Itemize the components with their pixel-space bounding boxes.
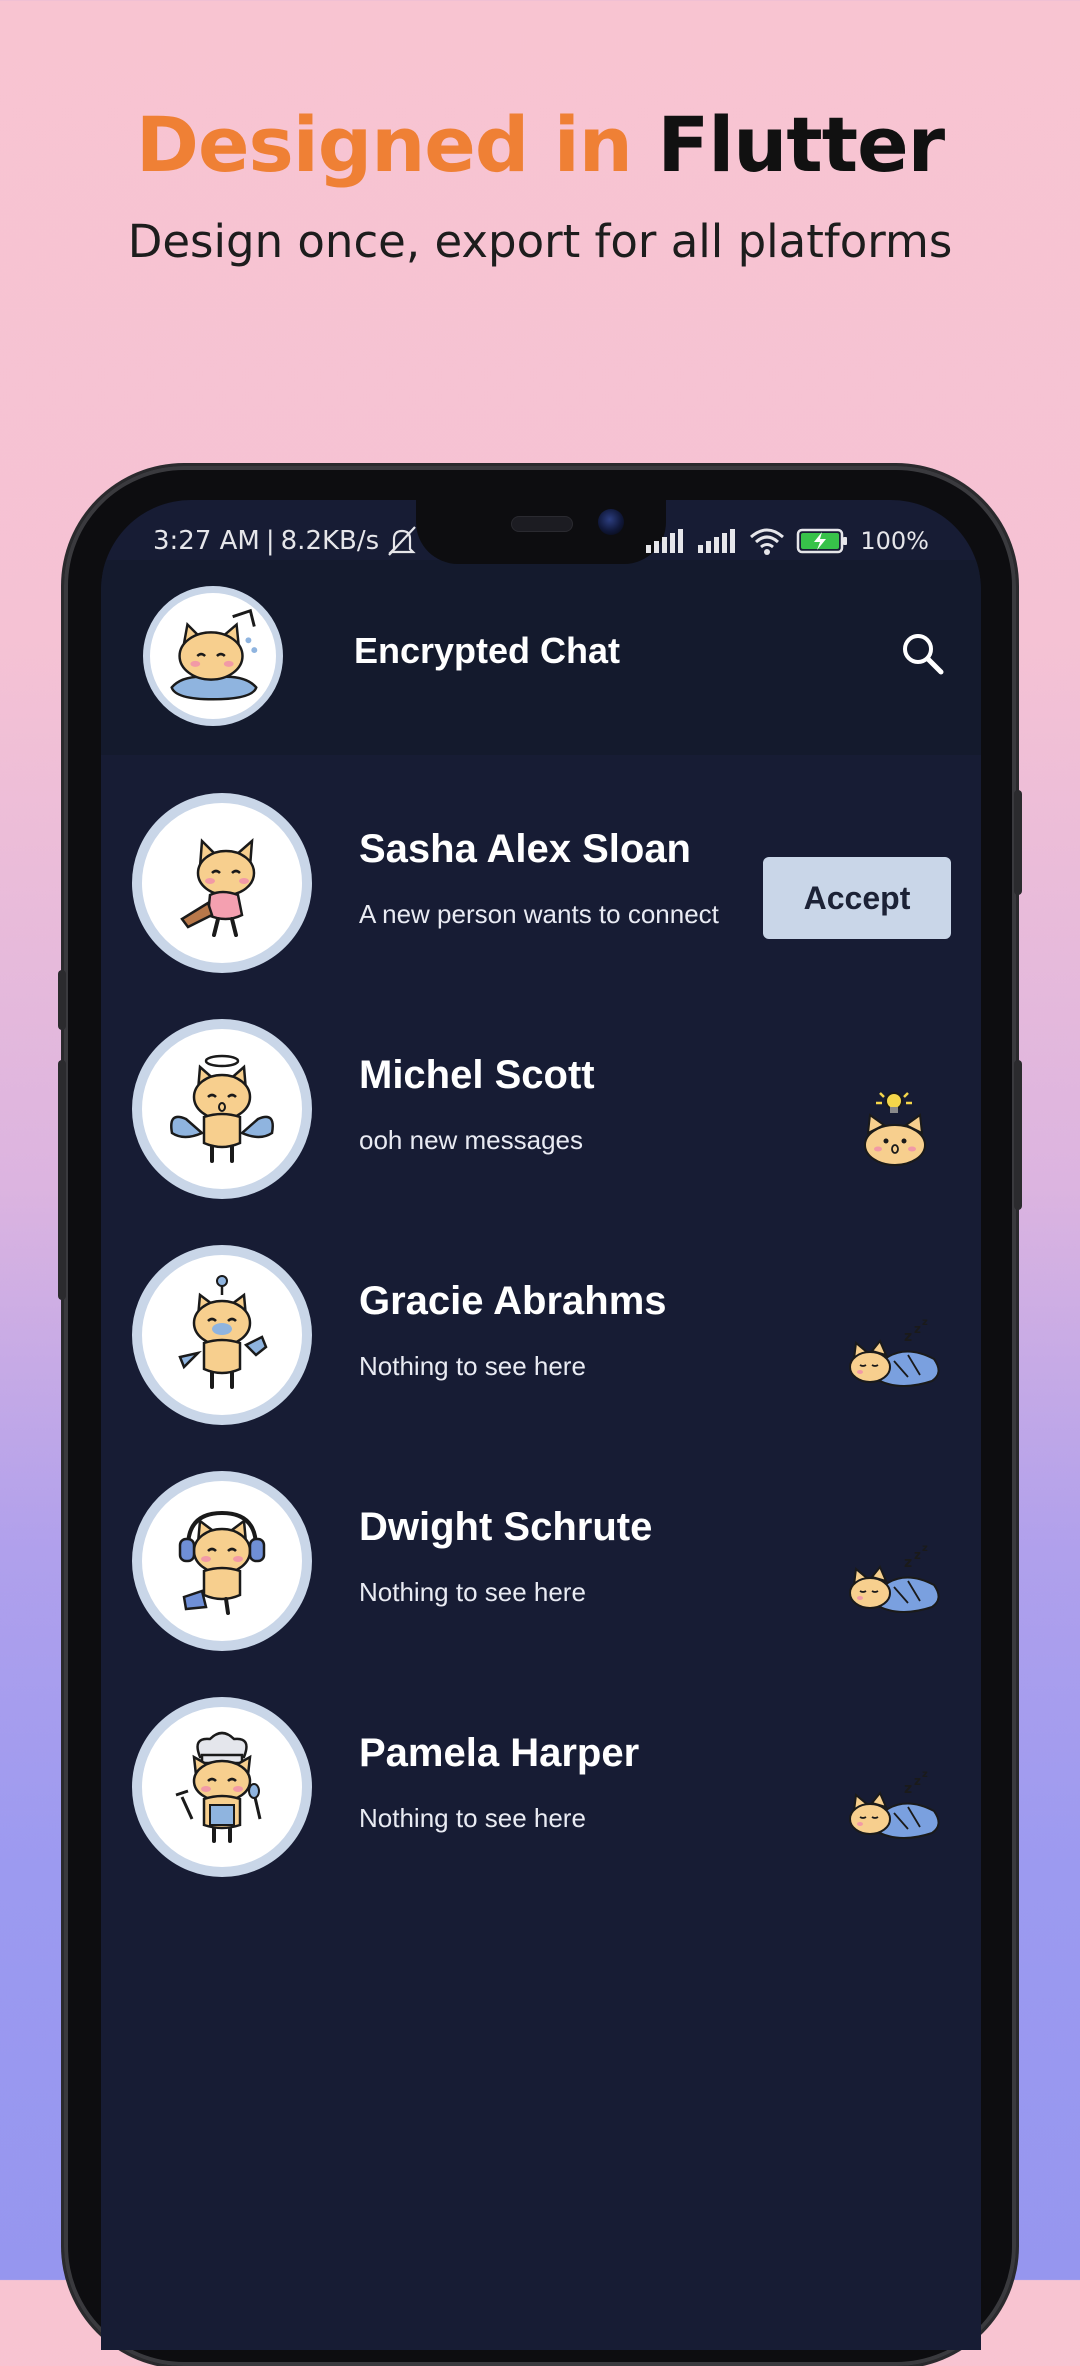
idea-cat-icon bbox=[864, 1092, 926, 1166]
svg-text:z: z bbox=[914, 1322, 921, 1336]
search-button[interactable] bbox=[895, 626, 951, 682]
message-preview: A new person wants to connect bbox=[359, 899, 719, 929]
status-bar: 3:27 AM | 8.2KB/s 100% bbox=[101, 522, 981, 562]
contact-avatar bbox=[132, 1019, 312, 1199]
sleeping-cat-icon: z z z bbox=[849, 1317, 940, 1387]
contact-name: Dwight Schrute bbox=[359, 1505, 653, 1549]
contact-name: Gracie Abrahms bbox=[359, 1279, 667, 1323]
contact-avatar bbox=[132, 1471, 312, 1651]
status-separator: | bbox=[265, 526, 275, 556]
status-time: 3:27 AM bbox=[153, 526, 260, 556]
sleeping-cat-icon: z z z bbox=[849, 1769, 940, 1839]
contact-avatar bbox=[132, 793, 312, 973]
headphones-cat-icon bbox=[178, 1510, 266, 1615]
wifi-icon bbox=[750, 528, 785, 555]
promo-subline: Design once, export for all platforms bbox=[127, 215, 953, 268]
chat-row[interactable]: Gracie Abrahms Nothing to see here z z z bbox=[101, 1207, 981, 1433]
sleeping-cat-icon: z z z bbox=[849, 1543, 940, 1613]
headline-main: Flutter bbox=[657, 100, 945, 189]
robot-cat-icon bbox=[178, 1275, 268, 1389]
svg-text:z: z bbox=[904, 1781, 912, 1797]
svg-text:z: z bbox=[922, 1769, 928, 1780]
contact-name: Pamela Harper bbox=[359, 1731, 640, 1775]
chat-row[interactable]: Dwight Schrute Nothing to see here z z z bbox=[101, 1433, 981, 1659]
app-title: Encrypted Chat bbox=[354, 630, 621, 671]
message-preview: Nothing to see here bbox=[359, 1577, 586, 1607]
promo-headline: Designed in Flutter bbox=[0, 100, 1080, 189]
message-preview: Nothing to see here bbox=[359, 1803, 586, 1833]
svg-text:z: z bbox=[914, 1774, 921, 1788]
profile-avatar[interactable] bbox=[143, 586, 283, 726]
headline-accent: Designed in bbox=[135, 100, 633, 189]
chat-row[interactable]: Pamela Harper Nothing to see here z z z bbox=[101, 1659, 981, 1885]
contact-name: Sasha Alex Sloan bbox=[359, 827, 691, 871]
accept-button[interactable]: Accept bbox=[763, 857, 951, 939]
dancing-cat-icon bbox=[180, 838, 256, 937]
power-button-left bbox=[58, 1060, 66, 1300]
app-bar: Encrypted Chat bbox=[101, 560, 981, 755]
signal-icon bbox=[646, 529, 684, 553]
chat-row[interactable]: Sasha Alex Sloan A new person wants to c… bbox=[101, 755, 981, 981]
search-icon bbox=[903, 634, 944, 675]
message-preview: Nothing to see here bbox=[359, 1351, 586, 1381]
angel-cat-icon bbox=[170, 1054, 274, 1163]
bath-cat-icon bbox=[170, 608, 258, 701]
chef-cat-icon bbox=[175, 1731, 262, 1843]
contact-name: Michel Scott bbox=[359, 1053, 595, 1097]
side-button-right-bottom bbox=[1014, 1060, 1022, 1210]
svg-text:z: z bbox=[904, 1555, 912, 1571]
signal-icon-2 bbox=[698, 529, 736, 553]
contact-avatar bbox=[132, 1697, 312, 1877]
status-left: 3:27 AM | 8.2KB/s bbox=[153, 522, 419, 560]
mute-bell-icon bbox=[388, 526, 416, 556]
phone-screen: Encrypted Chat 3:27 AM | 8.2KB/s 100% Sa… bbox=[101, 500, 981, 2350]
svg-text:z: z bbox=[922, 1543, 928, 1554]
volume-button bbox=[58, 970, 66, 1030]
side-button-right-top bbox=[1014, 790, 1022, 895]
status-speed: 8.2KB/s bbox=[280, 526, 380, 556]
contact-avatar bbox=[132, 1245, 312, 1425]
svg-text:z: z bbox=[904, 1329, 912, 1345]
battery-charging-icon bbox=[797, 528, 848, 554]
message-preview: ooh new messages bbox=[359, 1125, 584, 1155]
battery-percent: 100% bbox=[860, 527, 929, 555]
chat-row[interactable]: Michel Scott ooh new messages bbox=[101, 981, 981, 1207]
svg-text:z: z bbox=[922, 1317, 928, 1328]
status-right: 100% bbox=[644, 522, 929, 560]
svg-text:z: z bbox=[914, 1548, 921, 1562]
